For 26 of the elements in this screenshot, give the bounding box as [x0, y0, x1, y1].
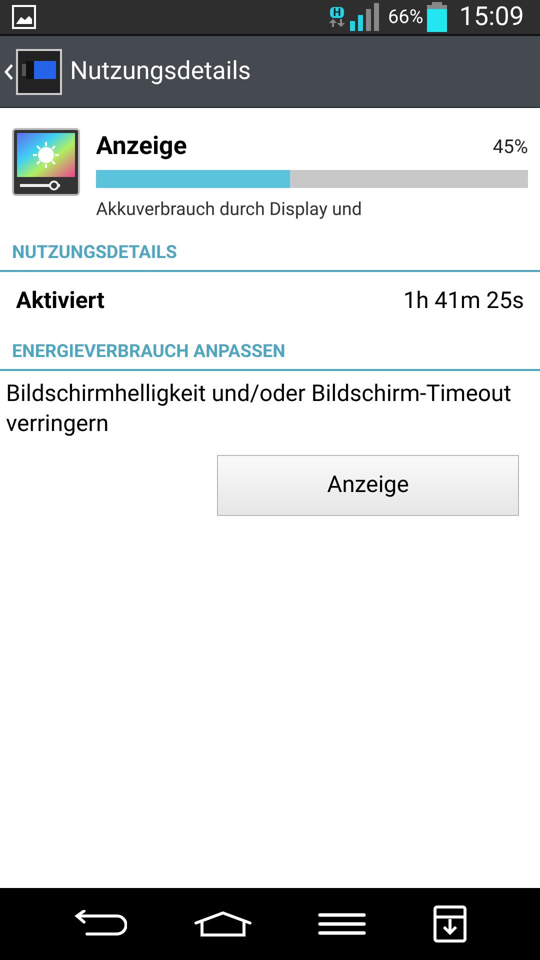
- menu-icon[interactable]: [318, 912, 366, 936]
- item-title: Anzeige: [96, 131, 187, 163]
- display-button[interactable]: Anzeige: [217, 455, 519, 516]
- display-settings-icon: [12, 128, 80, 196]
- signal-icon: [350, 3, 380, 31]
- gallery-icon: [12, 5, 36, 29]
- advice-text: Bildschirmhelligkeit und/oder Bildschirm-Timeout verringern: [5, 379, 512, 439]
- usage-item[interactable]: Anzeige 45% Akkuverbrauch durch Display und: [0, 108, 540, 230]
- screen-title: Nutzungsdetails: [70, 56, 251, 88]
- section-header: ENERGIEVERBRAUCH ANPASSEN: [12, 341, 286, 362]
- back-button[interactable]: [4, 48, 62, 94]
- notes-icon[interactable]: [432, 905, 467, 943]
- row-label: Aktiviert: [16, 286, 105, 316]
- home-icon[interactable]: [194, 911, 252, 937]
- section-header: NUTZUNGSDETAILS: [12, 242, 177, 262]
- data-arrows-icon: [328, 18, 346, 28]
- battery-icon: [427, 2, 448, 32]
- clock: 15:09: [459, 0, 524, 34]
- back-chevron-icon: [4, 62, 14, 80]
- network-type: H: [330, 6, 344, 18]
- back-icon[interactable]: [73, 910, 128, 938]
- battery-percent: 66%: [388, 4, 424, 30]
- item-description: Akkuverbrauch durch Display und: [96, 198, 363, 222]
- battery-app-icon: [16, 48, 62, 94]
- row-value: 1h 41m 25s: [403, 286, 524, 316]
- usage-percent: 45%: [492, 134, 528, 160]
